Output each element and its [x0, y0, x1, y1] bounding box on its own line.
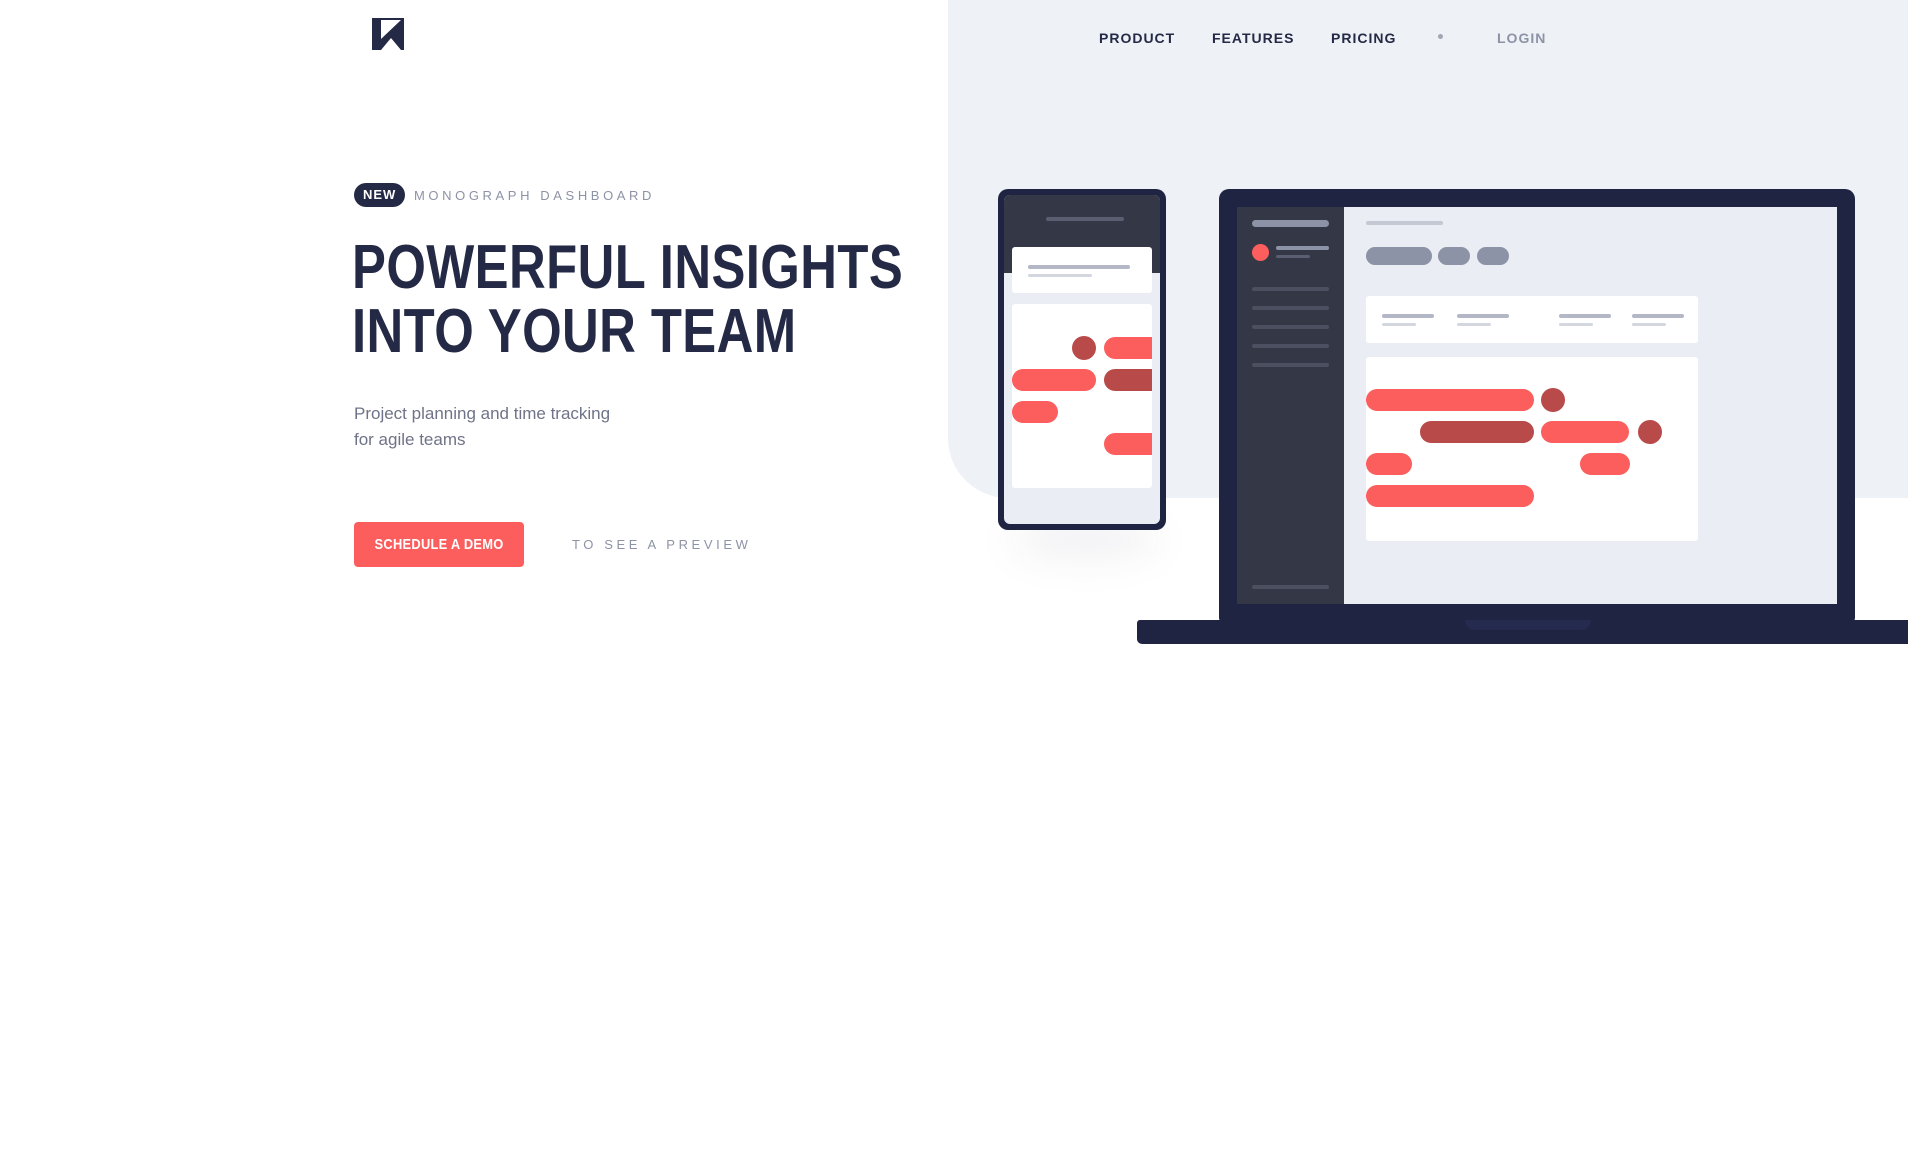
nav-item-pricing[interactable]: PRICING	[1331, 30, 1396, 46]
placeholder-line	[1559, 314, 1611, 318]
laptop-base	[1137, 620, 1908, 644]
placeholder-line	[1252, 220, 1329, 227]
sidebar-line	[1252, 585, 1329, 589]
nav-item-product[interactable]: PRODUCT	[1099, 30, 1175, 46]
hero-headline-line1: POWERFUL INSIGHTS	[352, 233, 904, 302]
placeholder-line	[1382, 314, 1434, 318]
schedule-demo-label: SCHEDULE A DEMO	[374, 536, 504, 553]
timeline-bar	[1104, 433, 1152, 455]
hero-headline-line2: INTO YOUR TEAM	[352, 297, 797, 366]
timeline-bar	[1541, 421, 1629, 443]
phone-mockup	[998, 189, 1166, 530]
placeholder-line	[1559, 323, 1593, 326]
placeholder-line	[1276, 255, 1310, 258]
laptop-summary-card	[1366, 296, 1698, 343]
timeline-bar	[1012, 401, 1058, 423]
hero-subtitle: Project planning and time tracking for a…	[354, 401, 654, 453]
nav-separator-dot	[1438, 34, 1443, 39]
placeholder-line	[1276, 246, 1329, 250]
sidebar-line	[1252, 287, 1329, 291]
timeline-dot	[1638, 420, 1662, 444]
placeholder-line	[1457, 314, 1509, 318]
filter-pill	[1438, 247, 1470, 265]
schedule-demo-button[interactable]: SCHEDULE A DEMO	[354, 522, 524, 567]
placeholder-line	[1632, 314, 1684, 318]
timeline-dot	[1541, 388, 1565, 412]
timeline-bar	[1012, 369, 1096, 391]
placeholder-line	[1366, 221, 1443, 225]
timeline-dot	[1072, 336, 1096, 360]
placeholder-line	[1382, 323, 1416, 326]
laptop-sidebar	[1237, 207, 1344, 604]
hero-subtitle-line2: for agile teams	[354, 430, 466, 449]
new-badge: NEW	[354, 183, 406, 207]
nav-item-features[interactable]: FEATURES	[1212, 30, 1294, 46]
filter-pill	[1366, 247, 1432, 265]
sidebar-line	[1252, 363, 1329, 367]
laptop-timeline-card	[1366, 357, 1698, 541]
timeline-bar	[1580, 453, 1630, 475]
top-nav: PRODUCT FEATURES PRICING LOGIN	[0, 30, 1908, 50]
filter-pill	[1477, 247, 1509, 265]
placeholder-line	[1457, 323, 1491, 326]
preview-link[interactable]: TO SEE A PREVIEW	[572, 537, 751, 552]
announcement-label: MONOGRAPH DASHBOARD	[414, 188, 656, 203]
placeholder-line	[1632, 323, 1666, 326]
sidebar-line	[1252, 344, 1329, 348]
sidebar-line	[1252, 306, 1329, 310]
placeholder-line	[1028, 274, 1092, 277]
timeline-bar	[1104, 369, 1152, 391]
laptop-mockup	[1219, 189, 1855, 622]
laptop-screen	[1237, 207, 1837, 604]
placeholder-line	[1028, 265, 1130, 269]
nav-item-login[interactable]: LOGIN	[1497, 30, 1546, 46]
timeline-bar	[1420, 421, 1534, 443]
sidebar-line	[1252, 325, 1329, 329]
timeline-bar	[1104, 337, 1152, 359]
hero-headline: POWERFUL INSIGHTS INTO YOUR TEAM	[352, 236, 903, 364]
avatar	[1252, 244, 1269, 261]
timeline-bar	[1366, 485, 1534, 507]
timeline-bar	[1366, 389, 1534, 411]
phone-speaker	[1046, 217, 1124, 221]
phone-summary-card	[1012, 247, 1152, 293]
hero-subtitle-line1: Project planning and time tracking	[354, 404, 611, 423]
laptop-trackpad-notch	[1465, 620, 1591, 630]
phone-screen	[1004, 195, 1160, 524]
phone-timeline-card	[1012, 304, 1152, 488]
timeline-bar	[1366, 453, 1412, 475]
